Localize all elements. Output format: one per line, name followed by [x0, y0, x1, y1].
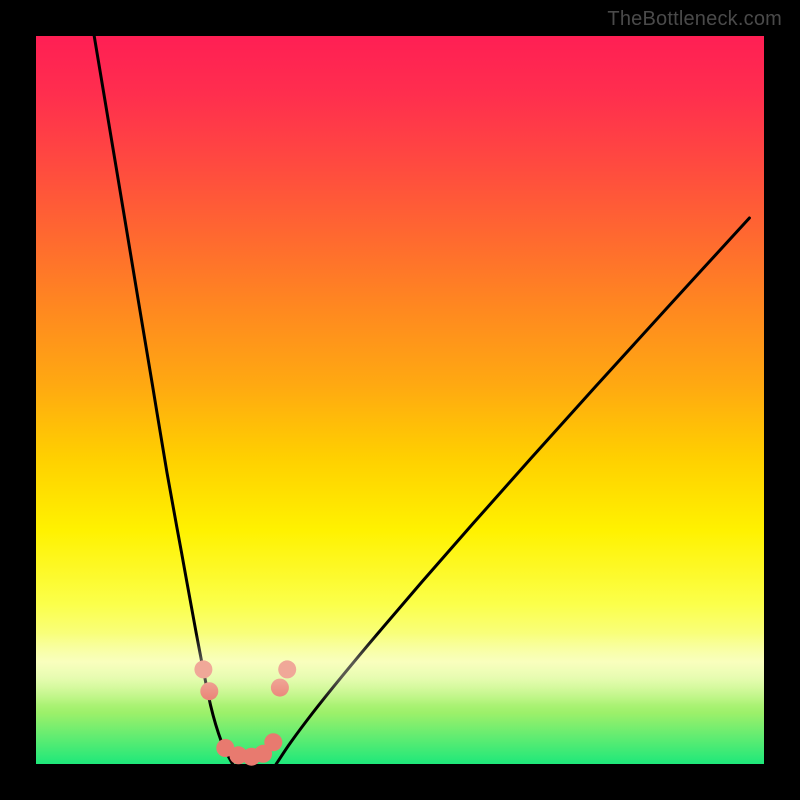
line-layer: [94, 36, 749, 764]
curve-left-branch: [94, 36, 232, 764]
curve-right-branch: [276, 218, 749, 764]
watermark-text: TheBottleneck.com: [607, 8, 782, 31]
plot-area: [36, 36, 764, 764]
marker-left-dot-upper-b: [200, 682, 218, 700]
marker-left-dot-upper-a: [194, 660, 212, 678]
chart-frame: TheBottleneck.com: [0, 0, 800, 800]
marker-right-dot-upper-b: [278, 660, 296, 678]
marker-right-dot-upper-a: [271, 679, 289, 697]
marker-valley-dot-5: [264, 733, 282, 751]
chart-svg: [36, 36, 764, 764]
marker-layer: [194, 660, 296, 765]
